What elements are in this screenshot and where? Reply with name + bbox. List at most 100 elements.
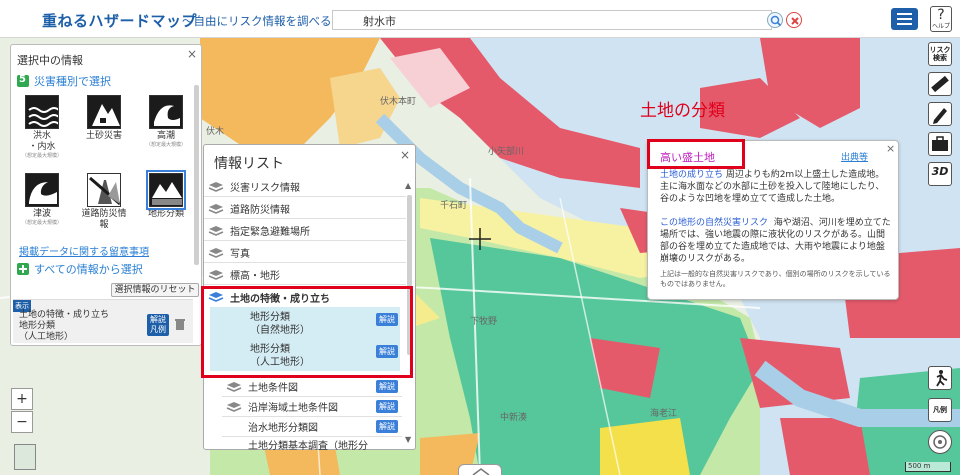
help-button[interactable]: ? ヘルプ [930, 6, 952, 32]
list-item[interactable]: 標高・地形 [204, 265, 406, 285]
all-info-section[interactable]: すべての情報から選択 [17, 261, 143, 277]
layers-icon [208, 269, 224, 280]
location-person-button[interactable] [928, 366, 952, 390]
data-notice-link[interactable]: 掲載データに関する留意事項 [19, 243, 149, 258]
all-info-label: すべての情報から選択 [34, 263, 143, 276]
list-item[interactable]: 災害リスク情報 [204, 177, 406, 197]
layers-icon [208, 225, 224, 236]
3d-label: 3D [931, 165, 949, 178]
explain-button[interactable]: 解説 [376, 420, 398, 433]
app-subtitle: ～自由にリスク情報を調べる～ [182, 14, 343, 28]
explain-button[interactable]: 解説 [376, 400, 398, 413]
search-button[interactable] [767, 12, 783, 28]
hazard-label: 土砂災害 [85, 131, 122, 141]
zoom-out-button[interactable]: − [11, 411, 33, 433]
crosshair-icon [933, 435, 947, 449]
3d-button[interactable]: 3D [928, 162, 952, 186]
list-item[interactable]: 沿岸海域土地条件図 [222, 397, 402, 417]
ruler-button[interactable] [928, 72, 952, 96]
search-input[interactable] [332, 10, 772, 30]
question-icon: ? [937, 7, 945, 23]
list-item[interactable]: 道路防災情報 [204, 199, 406, 219]
list-item[interactable]: 写真 [204, 243, 406, 263]
app-title[interactable]: 重ねるハザードマップ [42, 10, 197, 31]
legend-toggle-button[interactable]: 凡例 [928, 398, 952, 422]
popup-lead: 土地の成り立ち [660, 170, 724, 180]
hazard-section-label: 災害種別で選択 [34, 75, 111, 88]
list-item[interactable]: 土地分類基本調査（地形分 [222, 437, 402, 452]
list-item[interactable]: 土地条件図 [222, 377, 402, 397]
hazard-flood[interactable]: 洪水 ・内水 （想定最大規模） [17, 95, 67, 160]
ruler-icon [931, 75, 949, 93]
panel-title: 情報リスト [214, 156, 284, 172]
close-icon [791, 17, 799, 25]
hazard-landform[interactable]: 地形分類 [141, 170, 191, 220]
hamburger-icon [897, 13, 912, 15]
explain-button[interactable]: 解説 [376, 380, 398, 393]
list-item-label: 写真 [230, 249, 250, 260]
layers-icon [208, 181, 224, 192]
layers-icon [226, 381, 242, 392]
gps-button[interactable] [928, 430, 952, 454]
layers-icon [208, 247, 224, 258]
list-item-label: 道路防災情報 [230, 205, 290, 216]
hazard-label: 洪水 ・内水 [28, 131, 56, 152]
list-item[interactable]: 治水地形分類図 [222, 417, 402, 437]
minimap-button[interactable] [14, 444, 36, 470]
close-icon[interactable]: × [400, 148, 410, 162]
map-label: 海老江 [650, 409, 678, 419]
legend-label: 凡例 [933, 406, 947, 414]
trash-icon[interactable] [175, 318, 185, 330]
plus-icon [17, 263, 29, 275]
hazard-tsunami[interactable]: 津波 （想定最大規模） [17, 173, 67, 227]
bottom-panel-toggle[interactable] [458, 464, 502, 475]
close-icon[interactable]: × [886, 142, 895, 155]
scroll-up-icon[interactable]: ▲ [405, 181, 411, 190]
source-link[interactable]: 出典等 [841, 150, 868, 163]
clear-search-button[interactable] [786, 12, 802, 28]
zoom-in-button[interactable]: + [11, 388, 33, 410]
list-item-label: 標高・地形 [230, 271, 280, 282]
selected-info-panel: 選択中の情報 × 災害種別で選択 洪水 ・内水 （想定最大規模） 土砂災害 高潮… [10, 44, 202, 346]
tsunami-icon [25, 173, 59, 207]
list-item-label: 土地条件図 [248, 383, 298, 394]
chevron-up-icon [472, 468, 490, 475]
flood-icon [25, 95, 59, 129]
hazard-type-section[interactable]: 災害種別で選択 [17, 73, 111, 89]
list-item[interactable]: 指定緊急避難場所 [204, 221, 406, 241]
hazard-label: 道路防災情報 [81, 209, 127, 230]
map-label: 中新湊 [500, 413, 528, 423]
hazard-landslide[interactable]: 土砂災害 [79, 95, 129, 142]
pencil-icon [933, 108, 947, 124]
list-item-label: 災害リスク情報 [230, 183, 300, 194]
popup-paragraph: 土地の成り立ち 周辺よりも約2m以上盛土した造成地。主に海水面などの水部に土砂を… [660, 169, 892, 205]
scroll-down-icon[interactable]: ▼ [405, 435, 411, 444]
hazard-road[interactable]: 道路防災情報 [79, 173, 129, 231]
hamburger-icon-line [897, 18, 912, 20]
map-label: 伏木 [206, 127, 225, 137]
menu-button[interactable] [891, 8, 918, 30]
hazard-sub: （想定最大規模） [145, 142, 186, 148]
layers-icon [208, 203, 224, 214]
legend-button[interactable]: 解説 凡例 [147, 314, 169, 336]
hazard-label: 地形分類 [147, 209, 184, 219]
hazard-storm-surge[interactable]: 高潮 （想定最大規模） [141, 95, 191, 149]
map-label: 小矢部川 [488, 147, 525, 157]
help-label: ヘルプ [931, 23, 950, 30]
back-icon [17, 74, 29, 87]
close-icon[interactable]: × [187, 47, 197, 61]
map-label: 下牧野 [470, 317, 498, 327]
annotation-title: 土地の分類 [640, 101, 725, 121]
hazard-sub: （想定最大規模） [21, 220, 62, 226]
list-item-label: 治水地形分類図 [248, 423, 318, 434]
draw-button[interactable] [928, 102, 952, 126]
selected-layer-text: 土地の特徴・成り立ち 地形分類 （人工地形） [19, 310, 110, 342]
reset-selection-button[interactable]: 選択情報のリセット [111, 283, 199, 297]
panel-scrollbar[interactable] [194, 85, 199, 265]
risk-search-button[interactable]: リスク 検索 [928, 42, 952, 66]
hazard-label: 高潮 [156, 131, 175, 141]
tools-button[interactable] [928, 132, 952, 156]
hamburger-icon-line [897, 23, 912, 25]
popup-lead: この地形の自然災害リスク [660, 218, 769, 228]
map-label: 伏木本町 [380, 97, 417, 107]
